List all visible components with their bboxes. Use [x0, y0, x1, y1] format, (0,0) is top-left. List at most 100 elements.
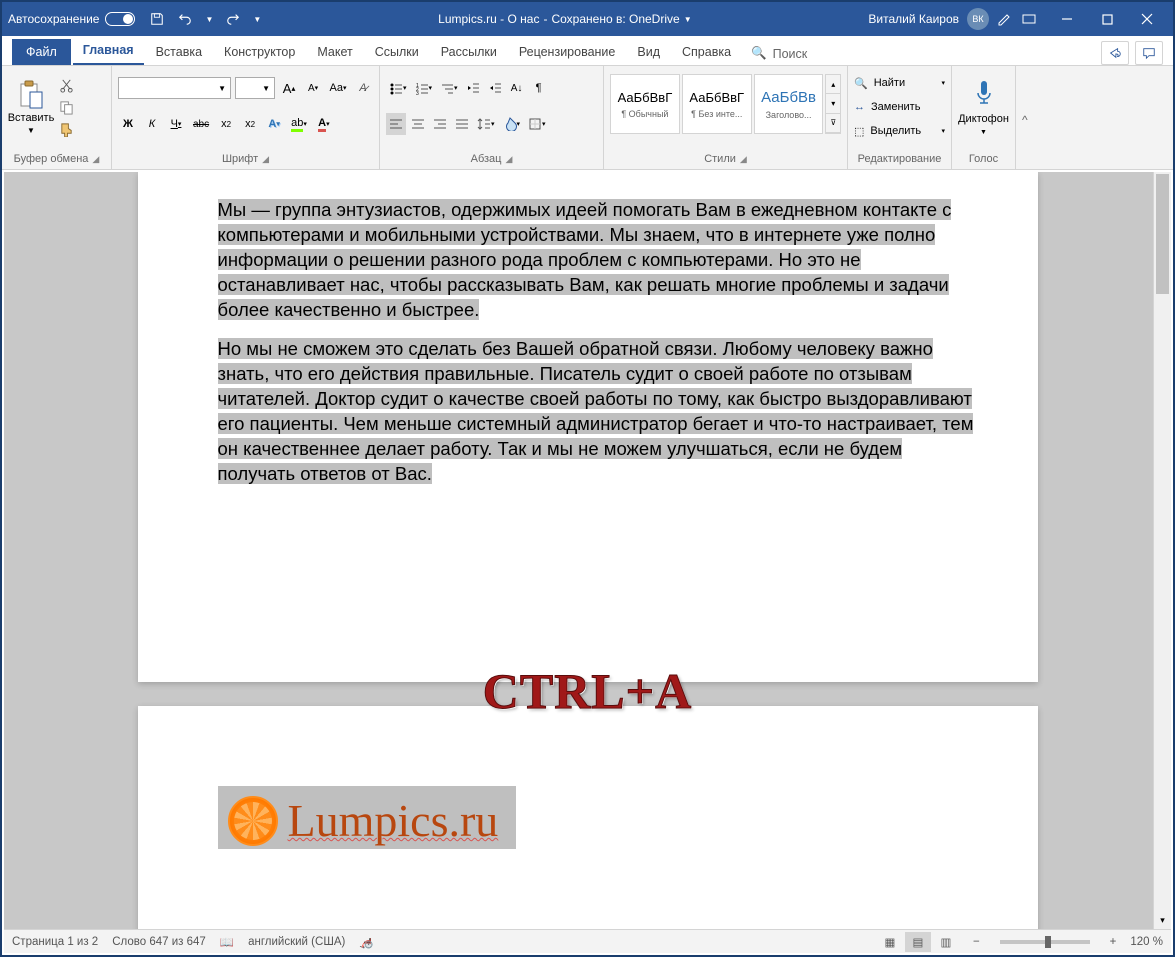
zoom-out-button[interactable]: −	[973, 936, 980, 948]
logo-block[interactable]: Lumpics.ru	[218, 786, 517, 849]
zoom-level[interactable]: 120 %	[1130, 936, 1163, 948]
user-name[interactable]: Виталий Каиров	[868, 12, 959, 26]
strikethrough-button[interactable]: abc	[190, 113, 212, 135]
redo-icon[interactable]	[225, 11, 241, 27]
font-color-icon[interactable]: A▾	[314, 113, 334, 135]
style-normal[interactable]: АаБбВвГ¶ Обычный	[610, 74, 680, 134]
styles-gallery-scroll[interactable]: ▴▾⊽	[825, 74, 841, 134]
page-2[interactable]: Lumpics.ru	[138, 706, 1038, 929]
tab-mailings[interactable]: Рассылки	[431, 39, 507, 65]
tab-review[interactable]: Рецензирование	[509, 39, 626, 65]
font-size-select[interactable]: ▼	[235, 77, 275, 99]
draw-mode-icon[interactable]	[997, 11, 1013, 27]
gallery-down-icon[interactable]: ▾	[826, 94, 840, 113]
align-right-icon[interactable]	[430, 113, 450, 135]
minimize-button[interactable]	[1047, 2, 1087, 36]
qat-customize-icon[interactable]: ▼	[253, 15, 261, 24]
title-dropdown-icon[interactable]: ▼	[684, 15, 692, 24]
italic-button[interactable]: К	[142, 113, 162, 135]
status-words[interactable]: Слово 647 из 647	[112, 936, 206, 948]
maximize-button[interactable]	[1087, 2, 1127, 36]
tab-insert[interactable]: Вставка	[146, 39, 212, 65]
tab-help[interactable]: Справка	[672, 39, 741, 65]
clipboard-launcher-icon[interactable]: ◢	[92, 154, 99, 165]
collapse-ribbon-button[interactable]: ^	[1016, 66, 1040, 169]
style-heading1[interactable]: АаБбВвЗаголово...	[754, 74, 824, 134]
sort-icon[interactable]: A↓	[507, 77, 527, 99]
subscript-button[interactable]: x2	[216, 113, 236, 135]
para-label: Абзац	[471, 153, 502, 165]
bold-button[interactable]: Ж	[118, 113, 138, 135]
tab-file[interactable]: Файл	[12, 39, 71, 65]
grow-font-icon[interactable]: A▴	[279, 77, 299, 99]
close-button[interactable]	[1127, 2, 1167, 36]
saved-location[interactable]: Сохранено в: OneDrive	[551, 12, 679, 26]
toggle-switch[interactable]	[105, 12, 135, 26]
spellcheck-icon[interactable]: 📖	[220, 935, 234, 949]
font-launcher-icon[interactable]: ◢	[262, 154, 269, 165]
status-language[interactable]: английский (США)	[248, 936, 345, 948]
bullets-icon[interactable]: ▾	[386, 77, 410, 99]
style-no-spacing[interactable]: АаБбВвГ¶ Без инте...	[682, 74, 752, 134]
dictate-button[interactable]: Диктофон ▼	[958, 70, 1009, 144]
align-center-icon[interactable]	[408, 113, 428, 135]
undo-dropdown-icon[interactable]: ▼	[205, 15, 213, 24]
change-case-icon[interactable]: Aa▾	[327, 77, 349, 99]
align-left-icon[interactable]	[386, 113, 406, 135]
paragraph-1[interactable]: Мы — группа энтузиастов, одержимых идеей…	[218, 198, 978, 323]
user-avatar[interactable]: ВК	[967, 8, 989, 30]
status-page[interactable]: Страница 1 из 2	[12, 936, 98, 948]
decrease-indent-icon[interactable]	[463, 77, 483, 99]
print-layout-icon[interactable]: ▤	[905, 932, 931, 952]
undo-icon[interactable]	[177, 11, 193, 27]
styles-launcher-icon[interactable]: ◢	[740, 154, 747, 165]
tab-design[interactable]: Конструктор	[214, 39, 305, 65]
gallery-more-icon[interactable]: ⊽	[826, 114, 840, 133]
clear-formatting-icon[interactable]: A̷	[353, 77, 373, 99]
underline-button[interactable]: Ч▾	[166, 113, 186, 135]
page-1[interactable]: Мы — группа энтузиастов, одержимых идеей…	[138, 172, 1038, 682]
save-icon[interactable]	[149, 11, 165, 27]
search-box[interactable]: 🔍 Поиск	[743, 42, 815, 65]
zoom-slider[interactable]	[1000, 940, 1090, 944]
document-area[interactable]: Мы — группа энтузиастов, одержимых идеей…	[4, 172, 1171, 929]
font-name-select[interactable]: ▼	[118, 77, 231, 99]
justify-icon[interactable]	[452, 113, 472, 135]
scroll-down-icon[interactable]: ▾	[1154, 911, 1171, 929]
highlight-icon[interactable]: ab▾	[288, 113, 310, 135]
multilevel-list-icon[interactable]: ▾	[437, 77, 461, 99]
paragraph-2[interactable]: Но мы не сможем это сделать без Вашей об…	[218, 337, 978, 487]
gallery-up-icon[interactable]: ▴	[826, 75, 840, 94]
paste-button[interactable]: Вставить ▼	[8, 70, 54, 144]
numbering-icon[interactable]: 123▾	[412, 77, 436, 99]
borders-icon[interactable]: ▾	[525, 113, 549, 135]
format-painter-icon[interactable]	[58, 121, 74, 137]
shrink-font-icon[interactable]: A▾	[303, 77, 323, 99]
comments-button[interactable]	[1135, 41, 1163, 65]
increase-indent-icon[interactable]	[485, 77, 505, 99]
para-launcher-icon[interactable]: ◢	[505, 154, 512, 165]
tab-view[interactable]: Вид	[627, 39, 670, 65]
tab-home[interactable]: Главная	[73, 37, 144, 65]
scroll-thumb[interactable]	[1156, 174, 1169, 294]
superscript-button[interactable]: x2	[240, 113, 260, 135]
tab-references[interactable]: Ссылки	[365, 39, 429, 65]
web-layout-icon[interactable]: ▥	[933, 932, 959, 952]
replace-button[interactable]: ↔Заменить	[854, 97, 945, 117]
coming-soon-icon[interactable]	[1021, 11, 1037, 27]
cut-icon[interactable]	[58, 77, 74, 93]
text-effects-icon[interactable]: A▾	[264, 113, 284, 135]
accessibility-icon[interactable]: 🦽	[359, 935, 373, 949]
show-marks-icon[interactable]: ¶	[529, 77, 549, 99]
share-button[interactable]	[1101, 41, 1129, 65]
select-button[interactable]: ⬚Выделить▾	[854, 121, 945, 141]
copy-icon[interactable]	[58, 99, 74, 115]
autosave-toggle[interactable]: Автосохранение	[8, 12, 135, 26]
shading-icon[interactable]: ▾	[500, 113, 524, 135]
read-mode-icon[interactable]: ▦	[877, 932, 903, 952]
line-spacing-icon[interactable]: ▾	[474, 113, 498, 135]
zoom-in-button[interactable]: +	[1110, 936, 1117, 948]
find-button[interactable]: 🔍Найти▾	[854, 73, 945, 93]
tab-layout[interactable]: Макет	[307, 39, 362, 65]
vertical-scrollbar[interactable]: ▴ ▾	[1153, 172, 1171, 929]
